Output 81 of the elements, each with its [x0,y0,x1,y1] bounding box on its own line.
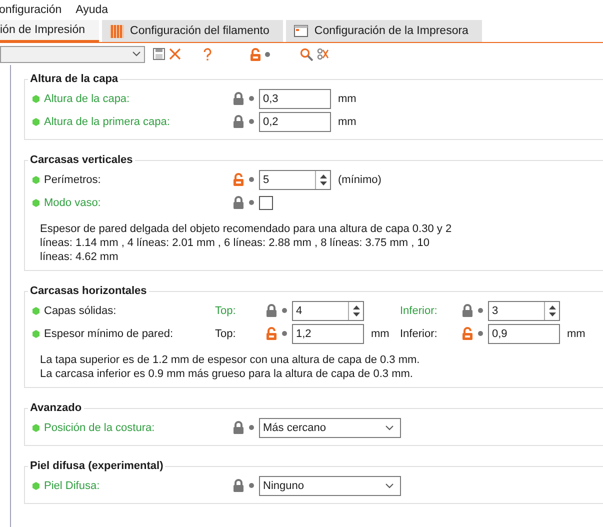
number-field[interactable]: 0,2 [259,112,331,132]
menu-item[interactable]: Ayuda [76,4,108,16]
unlocked-lock-icon[interactable] [462,327,473,340]
dot-icon [249,483,254,488]
dot-icon [282,331,287,336]
spin-arrows-icon[interactable] [548,304,556,318]
lock-icon[interactable] [233,196,244,209]
checkbox[interactable] [259,196,273,210]
preset-dropdown[interactable] [0,46,145,62]
setting-label: Espesor mínimo de pared: [32,328,174,340]
caret-icon [132,51,141,57]
dot-icon [478,308,483,313]
lock-icon[interactable] [266,304,277,317]
dot-icon [249,425,254,430]
spin-arrows-icon[interactable] [352,304,360,318]
lock-icon[interactable] [233,421,244,434]
dropdown[interactable]: Ninguno [259,476,401,496]
field-label: Top: [215,304,237,316]
lock-icon[interactable] [233,115,244,128]
status-hexagon-icon [32,482,40,490]
window-icon [294,25,308,37]
dropdown[interactable]: Más cercano [259,418,401,438]
unit-label: (mínimo) [338,174,382,186]
dot-icon [249,200,254,205]
group-title: Altura de la capa [29,73,120,85]
tab[interactable]: ión de Impresión [0,20,100,42]
status-hexagon-icon [32,330,40,338]
unlocked-lock-icon[interactable] [250,48,261,60]
info-text: La tapa superior es de 1.2 mm de espesor con una altura de capa de 0.3 mm. [40,353,421,367]
search-icon[interactable] [300,48,313,60]
tab[interactable]: Configuración de la Impresora [286,20,482,42]
number-field[interactable]: 0,9 [488,324,560,344]
unit-label: mm [338,116,356,128]
status-hexagon-icon [32,118,40,126]
setting-label: Capas sólidas: [32,304,116,316]
setting-label: Perímetros: [32,174,101,186]
field-label: Top: [215,328,237,340]
unit-label: mm [338,92,356,104]
group-title: Carcasas horizontales [29,285,148,297]
caret-icon [385,424,394,430]
unlocked-lock-icon[interactable] [233,173,244,186]
setting-label: Altura de la primera capa: [32,116,170,128]
close-icon[interactable] [169,48,181,60]
status-hexagon-icon [32,424,40,432]
lock-icon[interactable] [233,92,244,105]
dot-icon [478,331,483,336]
dot-icon [249,119,254,124]
field-label: Inferior: [400,328,438,340]
setting-label: Posición de la costura: [32,422,155,434]
unit-label: mm [371,328,390,340]
caret-icon [385,482,394,488]
dot-icon [249,177,254,182]
tab[interactable]: Configuración del filamento [102,20,284,42]
group-title: Piel difusa (experimental) [29,460,164,472]
group-title: Carcasas verticales [29,154,134,166]
unlocked-lock-icon[interactable] [266,327,277,340]
lock-icon[interactable] [462,304,473,317]
help-icon[interactable] [203,48,212,60]
status-hexagon-icon [32,306,40,314]
dot-icon [249,96,254,101]
setting-label: Altura de la capa: [32,92,130,104]
spin-arrows-icon[interactable] [318,172,328,186]
setting-label: Modo vaso: [32,196,101,208]
unit-label: mm [567,328,586,340]
spin-field[interactable]: 3 [488,300,560,320]
spin-field[interactable]: 5 [259,170,331,190]
dot-icon [265,52,270,56]
status-hexagon-icon [32,198,40,206]
info-text: Espesor de pared delgada del objeto recomendado para una altura de capa 0.30 y 2 líneas: 1.14 mm , 4 líneas: 2.01 mm , 6 líneas: 2.88 mm , 8 líneas: 3.75 mm , 10 líneas: 4.62 mm [40,222,453,264]
dot-icon [282,308,287,313]
save-icon[interactable] [153,48,165,60]
setting-label: Piel Difusa: [32,480,100,492]
group-title: Avanzado [29,402,83,414]
status-hexagon-icon [32,94,40,102]
lock-icon[interactable] [233,479,244,492]
status-hexagon-icon [32,176,40,184]
info-text: La carcasa inferior es 0.9 mm más grueso para la altura de capa de 0.3 mm. [40,367,414,381]
spin-field[interactable]: 4 [292,300,364,320]
number-field[interactable]: 1,2 [292,324,364,344]
number-field[interactable]: 0,3 [259,88,331,108]
field-label: Inferior: [400,304,438,316]
